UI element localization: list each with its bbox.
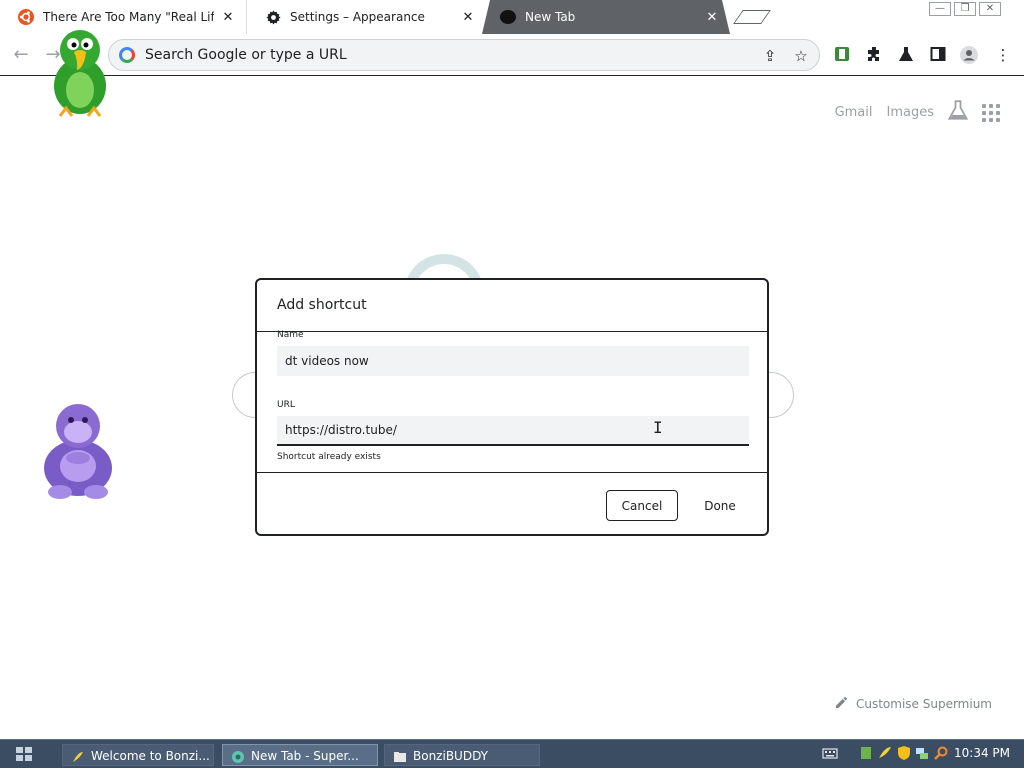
- gear-icon: [265, 9, 281, 25]
- done-button[interactable]: Done: [685, 490, 755, 521]
- bonzi-banana-icon: [71, 749, 85, 763]
- bonzi-banana-tray-icon[interactable]: [877, 745, 893, 763]
- close-window-icon[interactable]: ✕: [979, 2, 1001, 16]
- share-icon[interactable]: ⇪: [761, 47, 779, 65]
- network-icon[interactable]: [914, 745, 930, 763]
- extensions-puzzle-icon[interactable]: [865, 46, 883, 64]
- add-shortcut-dialog: Add shortcut Name URL I Shortcut already…: [255, 278, 769, 536]
- close-tab-icon[interactable]: ✕: [460, 10, 476, 25]
- clock: 10:34 PM: [954, 746, 1010, 760]
- tab-strip: There Are Too Many "Real Life" ✕ Setting…: [0, 0, 1024, 34]
- pencil-icon: [835, 696, 848, 712]
- task-label: BonziBUDDY: [413, 749, 488, 763]
- bookmark-star-icon[interactable]: ☆: [792, 47, 810, 65]
- customise-button[interactable]: Customise Supermium: [835, 696, 992, 712]
- dialog-title: Add shortcut: [277, 297, 367, 313]
- ntp-top-links: Gmail Images: [835, 100, 1000, 125]
- minimize-icon[interactable]: —: [929, 2, 951, 16]
- omnibox[interactable]: ⇪ ☆: [108, 39, 820, 71]
- tray-app-icon[interactable]: [858, 745, 874, 763]
- gmail-link[interactable]: Gmail: [835, 105, 873, 120]
- dialog-divider: [257, 472, 767, 473]
- apps-grid-icon[interactable]: [982, 103, 1000, 122]
- tab-title: Settings – Appearance: [290, 10, 425, 24]
- url-field[interactable]: [277, 416, 749, 446]
- new-tab-button[interactable]: [733, 10, 771, 24]
- supermium-icon: [500, 9, 516, 25]
- close-tab-icon[interactable]: ✕: [704, 10, 720, 25]
- labs-flask-icon[interactable]: [947, 100, 969, 125]
- taskbar: Welcome to Bonzi... New Tab - Super... B…: [0, 739, 1024, 768]
- address-input[interactable]: [145, 47, 745, 63]
- name-field[interactable]: [277, 346, 749, 376]
- parrot-agent-icon[interactable]: [44, 24, 116, 124]
- tab-title: There Are Too Many "Real Life": [43, 10, 214, 24]
- supermium-icon: [231, 749, 245, 763]
- url-label: URL: [277, 400, 295, 410]
- dialog-divider: [257, 331, 767, 332]
- window-controls: — ❐ ✕: [929, 2, 1001, 16]
- task-label: Welcome to Bonzi...: [91, 749, 210, 763]
- menu-kebab-icon[interactable]: ⋮: [994, 46, 1012, 64]
- profile-avatar-icon[interactable]: [960, 46, 978, 64]
- restore-icon[interactable]: ❐: [954, 2, 976, 16]
- taskbar-item-bonzi-welcome[interactable]: Welcome to Bonzi...: [62, 744, 214, 766]
- tab-title: New Tab: [525, 10, 576, 24]
- customise-label: Customise Supermium: [855, 697, 992, 711]
- taskbar-item-new-tab[interactable]: New Tab - Super...: [222, 744, 378, 766]
- taskbar-item-bonzibuddy[interactable]: BonziBUDDY: [384, 744, 540, 766]
- back-arrow-icon[interactable]: ←: [10, 44, 32, 66]
- bonzi-gorilla-agent-icon[interactable]: [38, 396, 118, 500]
- labs-flask-icon[interactable]: [897, 46, 915, 64]
- google-g-icon: [119, 47, 135, 63]
- task-label: New Tab - Super...: [251, 749, 359, 763]
- close-tab-icon[interactable]: ✕: [220, 10, 236, 25]
- name-label: Name: [277, 330, 304, 340]
- shield-icon[interactable]: [896, 745, 912, 763]
- keyboard-icon[interactable]: [822, 745, 838, 763]
- extension-green-icon[interactable]: [833, 46, 851, 64]
- search-icon[interactable]: [933, 745, 949, 763]
- error-message: Shortcut already exists: [277, 452, 381, 462]
- tab-new-tab[interactable]: New Tab ✕: [482, 0, 730, 34]
- ubuntu-icon: [18, 9, 34, 25]
- text-cursor-icon: I: [653, 418, 663, 437]
- tab-youtube-video[interactable]: There Are Too Many "Real Life" ✕: [0, 0, 246, 34]
- cancel-button[interactable]: Cancel: [606, 490, 678, 521]
- start-menu-icon[interactable]: [14, 745, 34, 763]
- images-link[interactable]: Images: [887, 105, 935, 120]
- tab-settings-appearance[interactable]: Settings – Appearance ✕: [246, 0, 486, 34]
- toolbar: ← → ⇪ ☆ ⋮: [0, 34, 1024, 76]
- side-panel-icon[interactable]: [929, 46, 947, 64]
- folder-icon: [393, 749, 407, 763]
